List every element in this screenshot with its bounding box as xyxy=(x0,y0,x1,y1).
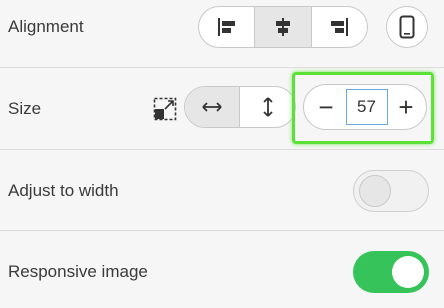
align-center-icon xyxy=(272,17,294,37)
alignment-segmented-control xyxy=(198,6,368,48)
divider xyxy=(0,67,444,68)
mobile-view-button[interactable] xyxy=(386,6,428,48)
divider xyxy=(0,230,444,231)
toggle-knob xyxy=(359,175,391,207)
dimension-segmented-control xyxy=(184,86,296,128)
align-left-icon xyxy=(216,17,238,37)
toggle-knob xyxy=(392,256,424,288)
alignment-label: Alignment xyxy=(8,17,84,36)
size-label: Size xyxy=(8,99,42,118)
adjust-to-width-label: Adjust to width xyxy=(8,181,119,200)
decrement-button[interactable]: − xyxy=(306,85,346,129)
responsive-image-toggle[interactable] xyxy=(353,251,429,293)
horizontal-arrows-icon xyxy=(200,100,224,114)
increment-button[interactable]: + xyxy=(386,85,426,129)
divider xyxy=(0,149,444,150)
align-right-button[interactable] xyxy=(312,7,367,47)
vertical-arrows-icon xyxy=(261,95,275,119)
mobile-icon xyxy=(399,15,415,39)
responsive-image-label: Responsive image xyxy=(8,262,148,281)
size-stepper: − + xyxy=(303,84,427,130)
height-dimension-button[interactable] xyxy=(240,87,295,127)
align-left-button[interactable] xyxy=(199,7,256,47)
align-center-button[interactable] xyxy=(255,7,312,47)
size-value-input[interactable] xyxy=(346,89,388,125)
width-dimension-button[interactable] xyxy=(185,87,241,127)
adjust-to-width-toggle[interactable] xyxy=(353,170,429,212)
crop-size-icon xyxy=(153,97,177,121)
align-right-icon xyxy=(328,17,350,37)
